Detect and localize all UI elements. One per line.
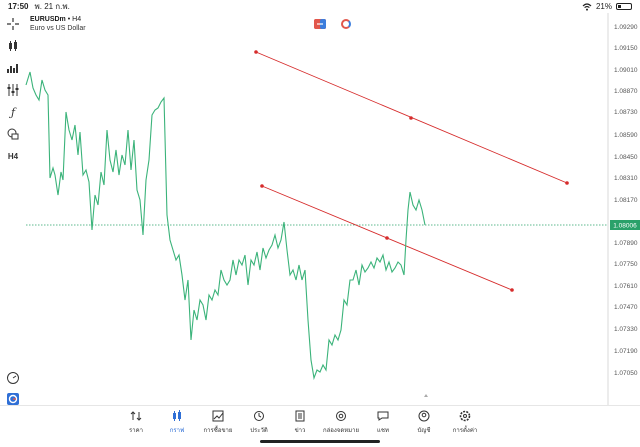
mailbox-icon	[336, 411, 346, 421]
nav-item-label: กราฟ	[169, 428, 185, 434]
nav-item-chart[interactable]: กราฟ	[157, 410, 197, 435]
nav-item-account[interactable]: บัญชี	[404, 410, 444, 435]
one-click-toggle-icon[interactable]	[341, 19, 351, 29]
price-axis-label: 1.08170	[614, 197, 638, 204]
history-icon	[254, 411, 264, 421]
shapes-icon[interactable]	[5, 126, 21, 142]
price-axis-label: 1.07890	[614, 240, 638, 247]
nav-item-chat[interactable]: แชท	[363, 410, 403, 435]
symbol-info[interactable]: EURUSDm • H4 Euro vs US Dollar	[30, 15, 86, 33]
time-marker-icon	[424, 394, 428, 397]
price-chart[interactable]: 1.09290 1.09150 1.09010 1.08870 1.08730 1.085…	[0, 0, 640, 405]
account-icon	[418, 410, 430, 422]
price-axis-label: 1.08590	[614, 132, 638, 139]
left-toolbar: ƒ H4	[0, 13, 26, 405]
price-axis-label: 1.07190	[614, 348, 638, 355]
nav-item-settings[interactable]: การตั้งค่า	[445, 410, 485, 435]
quotes-icon	[130, 411, 142, 421]
price-axis-label: 1.08450	[614, 154, 638, 161]
current-price-label: 1.08006	[613, 223, 637, 230]
price-axis-label: 1.08870	[614, 88, 638, 95]
price-axis-label: 1.07050	[614, 370, 638, 377]
chart-type-icon[interactable]	[5, 38, 21, 54]
news-icon	[295, 410, 305, 422]
nav-item-mailbox[interactable]: กล่องจดหมาย	[321, 410, 361, 435]
channel-lines[interactable]	[254, 50, 569, 292]
trade-icon	[212, 410, 224, 422]
nav-item-label: แชท	[377, 428, 389, 434]
symbol-description: Euro vs US Dollar	[30, 25, 86, 32]
symbol-timeframe: H4	[72, 16, 82, 23]
channel-upper-anchor-start[interactable]	[254, 50, 258, 54]
home-indicator	[260, 440, 380, 443]
nav-item-news[interactable]: ข่าว	[280, 410, 320, 435]
nav-item-label: ราคา	[129, 428, 143, 434]
settings-icon	[459, 410, 471, 422]
price-axis-label: 1.08730	[614, 109, 638, 116]
channel-lower-anchor-mid[interactable]	[385, 236, 389, 240]
channel-upper-anchor-end[interactable]	[565, 181, 569, 185]
price-axis-label: 1.08310	[614, 175, 638, 182]
crosshair-icon[interactable]	[5, 16, 21, 32]
price-axis-label: 1.09010	[614, 67, 638, 74]
channel-lower-anchor-start[interactable]	[260, 184, 264, 188]
timeframe-button[interactable]: H4	[5, 148, 21, 164]
symbol-name: EURUSDm	[30, 16, 66, 23]
adjust-icon[interactable]	[5, 82, 21, 98]
price-axis-label: 1.07610	[614, 283, 638, 290]
nav-item-label: ประวัติ	[250, 428, 268, 434]
one-click-trading	[314, 19, 351, 29]
price-axis-label: 1.07470	[614, 304, 638, 311]
chat-icon	[377, 411, 389, 421]
nav-item-label: บัญชี	[417, 428, 431, 434]
nav-item-label: กล่องจดหมาย	[322, 428, 360, 434]
channel-lower-anchor-end[interactable]	[510, 288, 514, 292]
nav-item-history[interactable]: ประวัติ	[239, 410, 279, 435]
speed-icon[interactable]	[5, 370, 21, 386]
nav-item-label: การซื้อขาย	[203, 428, 233, 434]
nav-item-quotes[interactable]: ราคา	[116, 410, 156, 435]
chart-icon	[173, 410, 181, 421]
current-price-tag: 1.08006	[610, 220, 640, 230]
nav-item-trade[interactable]: การซื้อขาย	[198, 410, 238, 435]
nav-item-label: การตั้งค่า	[452, 428, 478, 434]
price-axis-label: 1.09150	[614, 45, 638, 52]
price-axis-label: 1.07330	[614, 326, 638, 333]
volume-icon[interactable]	[5, 60, 21, 76]
one-click-sell-button[interactable]	[314, 19, 326, 29]
price-axis-label: 1.07750	[614, 261, 638, 268]
channel-upper-anchor-mid[interactable]	[409, 116, 413, 120]
function-icon[interactable]: ƒ	[5, 104, 21, 120]
price-axis-label: 1.09290	[614, 24, 638, 31]
nav-item-label: ข่าว	[294, 428, 306, 434]
